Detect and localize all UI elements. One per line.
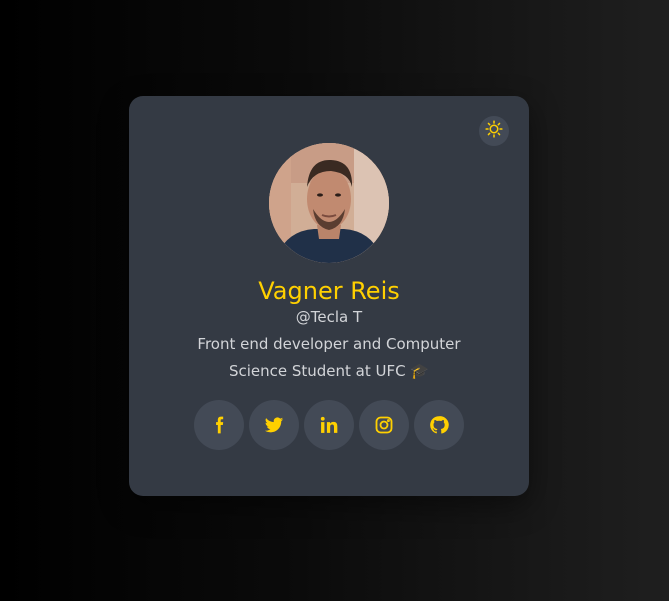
profile-bio: Front end developer and Computer Science… — [197, 335, 461, 380]
twitter-button[interactable] — [249, 400, 299, 450]
facebook-button[interactable] — [194, 400, 244, 450]
github-icon — [429, 415, 449, 435]
linkedin-icon — [319, 415, 339, 435]
github-button[interactable] — [414, 400, 464, 450]
sun-icon — [485, 120, 503, 142]
theme-toggle-button[interactable] — [479, 116, 509, 146]
linkedin-button[interactable] — [304, 400, 354, 450]
profile-card: Vagner Reis @Tecla T Front end developer… — [129, 96, 529, 496]
instagram-icon — [374, 415, 394, 435]
profile-handle: @Tecla T — [295, 308, 363, 326]
twitter-icon — [264, 415, 284, 435]
social-links — [194, 400, 469, 450]
facebook-icon — [209, 415, 229, 435]
avatar — [269, 143, 389, 263]
instagram-button[interactable] — [359, 400, 409, 450]
profile-name: Vagner Reis — [258, 277, 400, 305]
